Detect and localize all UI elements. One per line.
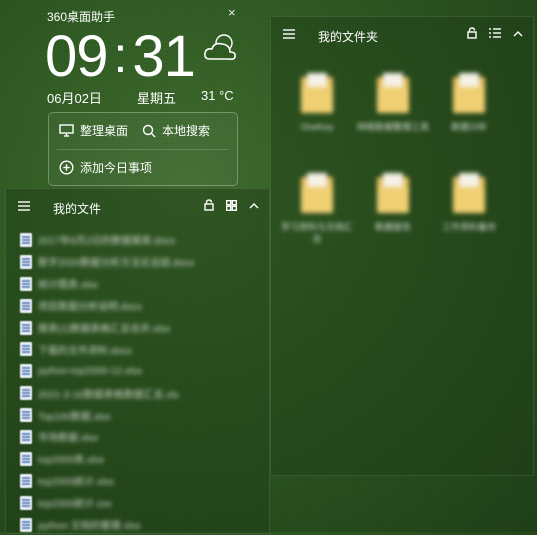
- assistant-tools: 整理桌面 本地搜索 添加今日事项: [48, 112, 238, 186]
- file-name: python-top2000-12.xlsx: [38, 365, 142, 377]
- file-list-item[interactable]: python-top2000-12.xlsx: [20, 360, 259, 382]
- folder-icon: [377, 173, 409, 213]
- document-icon: [20, 232, 32, 247]
- folder-label: 学习资料与文档汇总: [280, 222, 353, 244]
- folder-label: 数据分析: [450, 122, 487, 132]
- folder-item[interactable]: 工作资料备份: [431, 173, 507, 233]
- desktop-assistant-widget: 360桌面助手 × 09:31 06月02日 星期五 31 °C 整理桌面 本地…: [40, 2, 240, 186]
- clock-display: 09:31: [45, 24, 196, 90]
- add-circle-icon: [59, 160, 74, 175]
- add-today-event-button[interactable]: 添加今日事项: [59, 159, 152, 176]
- clock-minutes: 31: [132, 24, 196, 89]
- clock-hours: 09: [45, 24, 109, 89]
- lock-icon[interactable]: [467, 27, 477, 39]
- menu-icon[interactable]: [283, 29, 295, 39]
- document-icon: [20, 386, 32, 401]
- chevron-up-icon[interactable]: [513, 30, 523, 37]
- document-icon: [20, 320, 32, 335]
- file-list-item[interactable]: 数字2020数据分析方法论总结.docx: [20, 251, 259, 273]
- document-icon: [20, 276, 32, 291]
- folder-icon: [377, 73, 409, 113]
- document-icon: [20, 342, 32, 357]
- add-today-event-label: 添加今日事项: [80, 161, 153, 175]
- file-name: top2000统计.csv: [38, 499, 112, 511]
- folder-item[interactable]: 数据分析: [431, 73, 507, 133]
- file-name: top2000表.xlsx: [38, 455, 105, 467]
- folder-label: 数据报告: [374, 222, 411, 232]
- search-icon: [142, 124, 156, 137]
- assistant-title: 360桌面助手: [47, 10, 116, 24]
- menu-icon[interactable]: [18, 201, 30, 211]
- file-list-item[interactable]: Top100数据.xlsx: [20, 404, 259, 426]
- document-icon: [20, 429, 32, 444]
- document-icon: [20, 254, 32, 269]
- file-name: 数字2020数据分析方法论总结.docx: [38, 258, 195, 270]
- clock-separator: :: [113, 27, 128, 83]
- file-name: 统计图表.xlsx: [38, 280, 98, 292]
- folder-item[interactable]: OneKey: [279, 73, 355, 133]
- document-icon: [20, 473, 32, 488]
- file-name: 市场数据.xlsx: [38, 433, 98, 445]
- local-search-label: 本地搜索: [162, 124, 211, 138]
- my-folders-header: 我的文件夹: [271, 17, 533, 51]
- document-icon: [20, 364, 32, 379]
- close-icon[interactable]: ×: [228, 5, 236, 20]
- temperature-text: 31 °C: [201, 88, 234, 103]
- file-list-item[interactable]: top2000统计.csv: [20, 492, 259, 514]
- tools-divider: [57, 149, 229, 150]
- file-name: 报表(1)数据表格汇总合并.xlsx: [38, 324, 171, 335]
- file-list-item[interactable]: top2000统计.xlsx: [20, 470, 259, 492]
- folder-item[interactable]: 学习资料与文档汇总: [279, 173, 355, 245]
- file-name: 2017年6月2日的数据报表.docx: [38, 236, 176, 248]
- document-icon: [20, 298, 32, 313]
- file-name: python 文档的整理.xlsx: [38, 521, 141, 533]
- organize-desktop-button[interactable]: 整理桌面: [59, 122, 128, 139]
- folder-icon: [453, 73, 485, 113]
- file-list-item[interactable]: 市场数据.xlsx: [20, 426, 259, 448]
- file-list-item[interactable]: 统计图表.xlsx: [20, 273, 259, 295]
- grid-view-icon[interactable]: [226, 199, 237, 211]
- file-list-item[interactable]: 2017年6月2日的数据报表.docx: [20, 229, 259, 251]
- my-folders-panel: 我的文件夹 OneKey 网络数据整理工具 数据分析学习资料与文档汇总 数据报告 工作资…: [270, 16, 534, 476]
- cloudy-icon: [204, 34, 236, 61]
- folder-label: 工作资料备份: [441, 222, 496, 232]
- organize-desktop-label: 整理桌面: [80, 124, 129, 138]
- folder-icon: [301, 173, 333, 213]
- file-list-item[interactable]: 报表(1)数据表格汇总合并.xlsx: [20, 317, 259, 339]
- my-files-panel: 我的文件 2017年6月2日的数据报表.docx 数字2020数据分析方法论总结.…: [5, 188, 270, 534]
- document-icon: [20, 408, 32, 423]
- document-icon: [20, 495, 32, 510]
- file-name: 2021-3-16数据表格数据汇总.xls: [38, 389, 179, 401]
- folder-icon: [301, 73, 333, 113]
- monitor-icon: [59, 124, 74, 137]
- file-list-item[interactable]: 2021-3-16数据表格数据汇总.xls: [20, 382, 259, 404]
- document-icon: [20, 517, 32, 532]
- my-files-header: 我的文件: [6, 189, 269, 223]
- folder-label: OneKey: [300, 122, 334, 132]
- list-view-icon[interactable]: [489, 28, 501, 38]
- file-list: 2017年6月2日的数据报表.docx 数字2020数据分析方法论总结.docx 统…: [20, 229, 259, 535]
- file-name: Top100数据.xlsx: [38, 411, 111, 423]
- lock-icon[interactable]: [204, 199, 214, 211]
- my-files-title: 我的文件: [53, 202, 102, 216]
- document-icon: [20, 451, 32, 466]
- file-name: 项目数据分析说明.docx: [38, 302, 142, 314]
- folder-item[interactable]: 数据报告: [355, 173, 431, 233]
- folder-item[interactable]: 网络数据整理工具: [355, 73, 431, 133]
- file-list-item[interactable]: 下载的文件资料.docx: [20, 338, 259, 360]
- chevron-up-icon[interactable]: [249, 202, 259, 209]
- date-text: 06月02日: [47, 91, 102, 106]
- my-folders-title: 我的文件夹: [318, 30, 379, 44]
- file-name: 下载的文件资料.docx: [38, 345, 132, 357]
- file-list-item[interactable]: 项目数据分析说明.docx: [20, 295, 259, 317]
- folder-icon: [453, 173, 485, 213]
- folder-label: 网络数据整理工具: [356, 122, 429, 132]
- file-name: top2000统计.xlsx: [38, 477, 115, 489]
- local-search-button[interactable]: 本地搜索: [142, 122, 210, 139]
- weekday-text: 星期五: [137, 91, 177, 106]
- file-list-item[interactable]: top2000表.xlsx: [20, 448, 259, 470]
